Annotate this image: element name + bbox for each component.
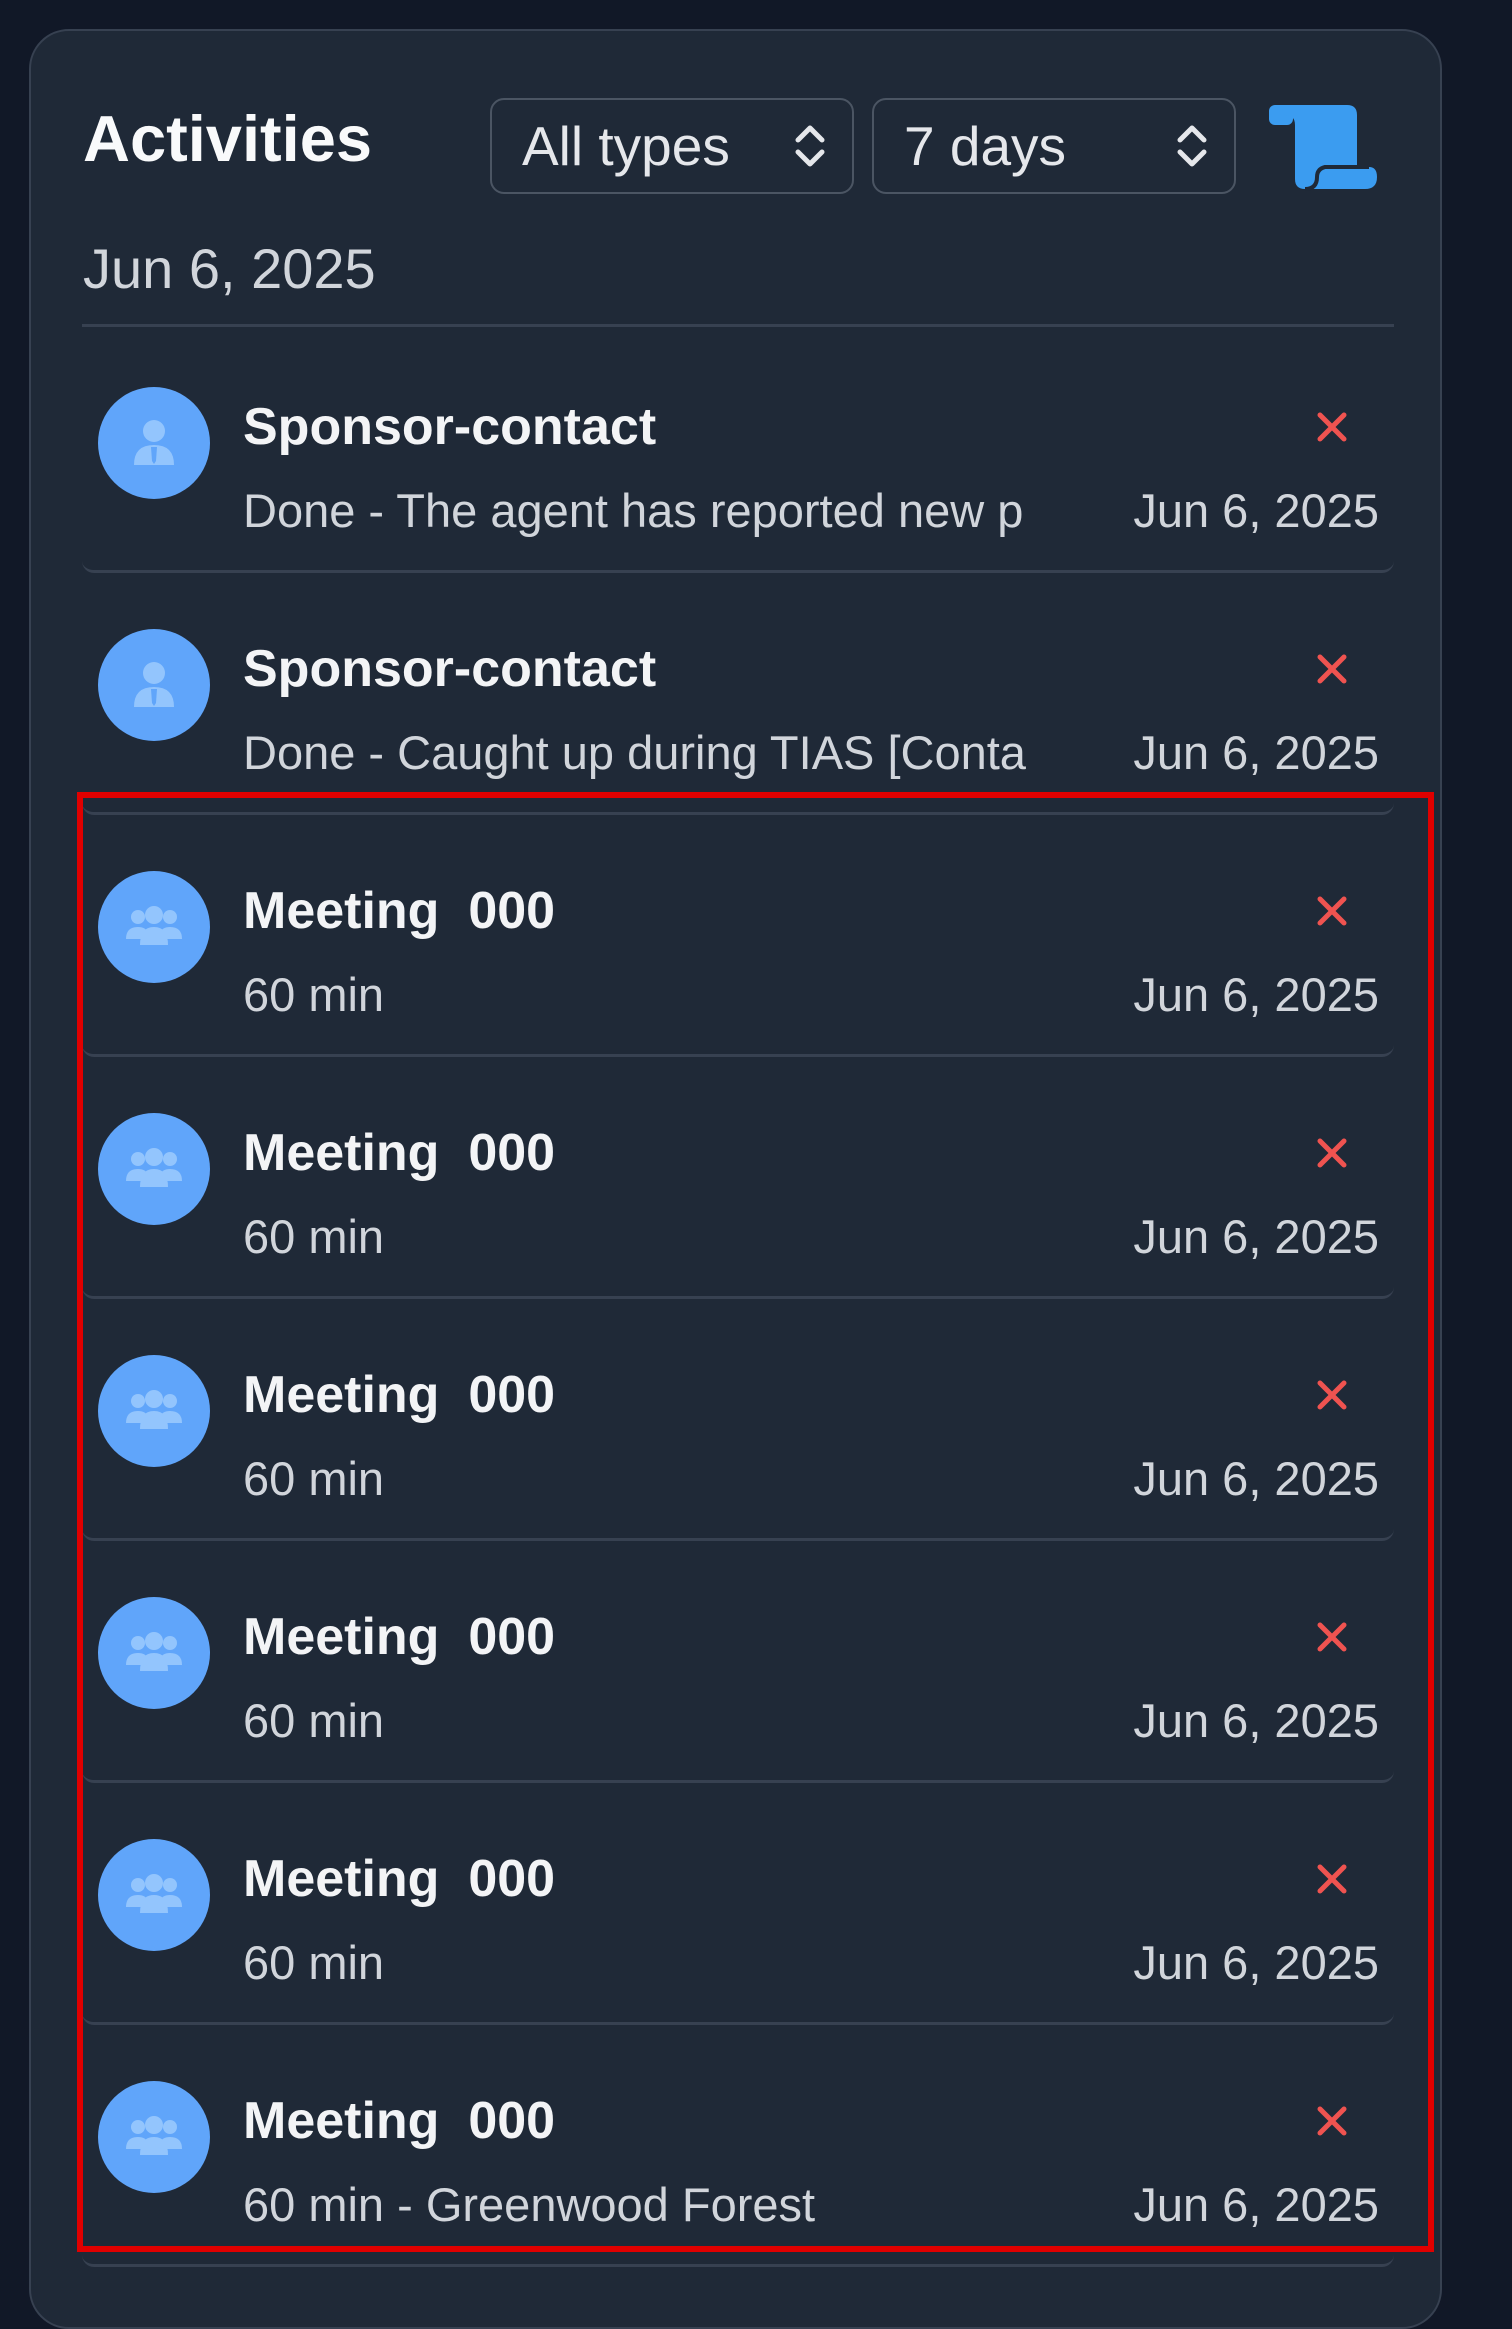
close-icon[interactable] bbox=[1312, 891, 1352, 931]
close-icon[interactable] bbox=[1312, 649, 1352, 689]
group-icon bbox=[126, 2116, 182, 2155]
activity-list: Sponsor-contact Done - The agent has rep… bbox=[82, 331, 1394, 2267]
chevron-up-down-icon bbox=[1177, 125, 1207, 167]
activity-title: Meeting 000 bbox=[243, 1850, 556, 1908]
activity-subtitle: Done - Caught up during TIAS [Conta bbox=[243, 726, 1026, 779]
avatar bbox=[98, 629, 210, 741]
activity-title: Sponsor-contact bbox=[243, 398, 657, 456]
activity-title: Meeting 000 bbox=[243, 1124, 556, 1182]
close-icon[interactable] bbox=[1312, 1859, 1352, 1899]
activity-row[interactable]: Meeting 000 60 min - Greenwood Forest Ju… bbox=[82, 2025, 1394, 2267]
group-icon bbox=[126, 1874, 182, 1913]
scroll-icon[interactable] bbox=[1265, 101, 1381, 193]
group-icon bbox=[126, 906, 182, 945]
range-filter-select[interactable]: 7 days bbox=[872, 98, 1236, 194]
person-icon bbox=[134, 420, 174, 465]
activity-date: Jun 6, 2025 bbox=[1133, 484, 1379, 537]
activity-subtitle: 60 min bbox=[243, 1694, 385, 1747]
avatar bbox=[98, 1839, 210, 1951]
group-icon bbox=[126, 1148, 182, 1187]
activity-date: Jun 6, 2025 bbox=[1133, 968, 1379, 1021]
activity-subtitle: 60 min bbox=[243, 968, 385, 1021]
activity-date: Jun 6, 2025 bbox=[1133, 726, 1379, 779]
close-icon[interactable] bbox=[1312, 1133, 1352, 1173]
activity-title: Meeting 000 bbox=[243, 1608, 556, 1666]
activity-subtitle: Done - The agent has reported new p bbox=[243, 484, 1024, 537]
activity-date: Jun 6, 2025 bbox=[1133, 1936, 1379, 1989]
date-group-heading: Jun 6, 2025 bbox=[83, 237, 376, 300]
group-icon bbox=[126, 1632, 182, 1671]
divider bbox=[82, 324, 1394, 327]
close-icon[interactable] bbox=[1312, 2101, 1352, 2141]
close-icon[interactable] bbox=[1312, 1375, 1352, 1415]
avatar bbox=[98, 1597, 210, 1709]
activity-title: Meeting 000 bbox=[243, 882, 556, 940]
activity-date: Jun 6, 2025 bbox=[1133, 1694, 1379, 1747]
activity-title: Meeting 000 bbox=[243, 1366, 556, 1424]
activity-row[interactable]: Meeting 000 60 min Jun 6, 2025 bbox=[82, 1057, 1394, 1299]
activity-row[interactable]: Meeting 000 60 min Jun 6, 2025 bbox=[82, 1541, 1394, 1783]
avatar bbox=[98, 2081, 210, 2193]
type-filter-select[interactable]: All types bbox=[490, 98, 854, 194]
activity-subtitle: 60 min - Greenwood Forest bbox=[243, 2178, 816, 2231]
group-icon bbox=[126, 1390, 182, 1429]
activity-title: Meeting 000 bbox=[243, 2092, 556, 2150]
activity-row[interactable]: Meeting 000 60 min Jun 6, 2025 bbox=[82, 1783, 1394, 2025]
activities-panel: Activities All types 7 days Jun 6, 2025 … bbox=[29, 29, 1442, 2329]
avatar bbox=[98, 871, 210, 983]
activity-row[interactable]: Sponsor-contact Done - The agent has rep… bbox=[82, 331, 1394, 573]
activity-title: Sponsor-contact bbox=[243, 640, 657, 698]
activity-subtitle: 60 min bbox=[243, 1210, 385, 1263]
activity-subtitle: 60 min bbox=[243, 1452, 385, 1505]
avatar bbox=[98, 387, 210, 499]
activity-subtitle: 60 min bbox=[243, 1936, 385, 1989]
panel-title: Activities bbox=[83, 102, 373, 175]
activity-row[interactable]: Meeting 000 60 min Jun 6, 2025 bbox=[82, 1299, 1394, 1541]
range-filter-value: 7 days bbox=[904, 115, 1067, 177]
close-icon[interactable] bbox=[1312, 1617, 1352, 1657]
activity-row[interactable]: Sponsor-contact Done - Caught up during … bbox=[82, 573, 1394, 815]
type-filter-value: All types bbox=[522, 115, 730, 177]
activity-date: Jun 6, 2025 bbox=[1133, 1210, 1379, 1263]
person-icon bbox=[134, 662, 174, 707]
panel-header: Activities All types 7 days bbox=[31, 31, 1440, 194]
activity-row[interactable]: Meeting 000 60 min Jun 6, 2025 bbox=[82, 815, 1394, 1057]
close-icon[interactable] bbox=[1312, 407, 1352, 447]
activity-date: Jun 6, 2025 bbox=[1133, 1452, 1379, 1505]
avatar bbox=[98, 1113, 210, 1225]
activity-date: Jun 6, 2025 bbox=[1133, 2178, 1379, 2231]
avatar bbox=[98, 1355, 210, 1467]
chevron-up-down-icon bbox=[795, 125, 825, 167]
